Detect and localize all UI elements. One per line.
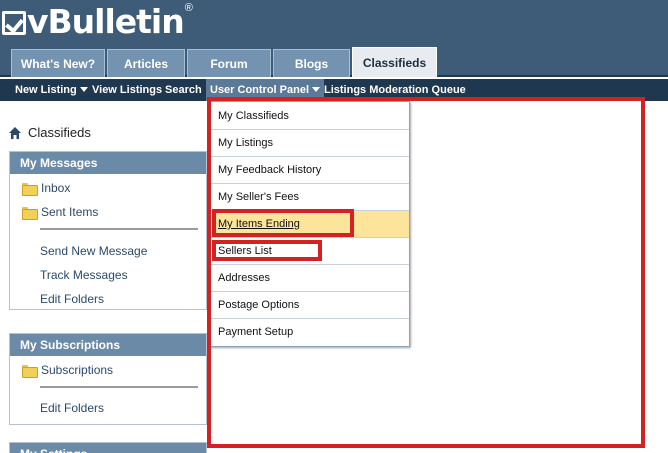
subscriptions-label: Subscriptions [41,363,114,377]
menu-item-postage-options[interactable]: Postage Options [210,292,409,319]
menu-item-sellers-list[interactable]: Sellers List [210,238,409,265]
inbox-link[interactable]: Inbox [22,181,71,196]
subnav-new-listing[interactable]: New Listing [15,79,88,101]
my-messages-title: My Messages [10,152,206,174]
user-control-panel-label: User Control Panel [210,84,310,96]
chevron-down-icon [312,87,321,92]
inbox-label: Inbox [41,181,71,195]
menu-item-feedback-history[interactable]: My Feedback History [210,157,409,184]
divider [40,228,198,230]
checkmark-icon [2,11,26,35]
menu-item-sellers-fees[interactable]: My Seller's Fees [210,184,409,211]
track-messages-link[interactable]: Track Messages [40,268,128,282]
folder-icon [22,182,38,196]
subnav-moderation-queue[interactable]: Listings Moderation Queue [324,79,466,101]
tab-blogs[interactable]: Blogs [273,49,350,77]
registered-mark: ® [184,2,193,14]
edit-folders-link[interactable]: Edit Folders [40,292,104,306]
my-subscriptions-title: My Subscriptions [10,334,206,356]
new-listing-label: New Listing [15,84,77,96]
divider [40,386,198,388]
tab-forum[interactable]: Forum [187,49,271,77]
sub-navigation: New Listing View Listings Search User Co… [0,79,668,101]
tab-whats-new[interactable]: What's New? [11,49,105,77]
site-header: vBulletin ® [0,0,668,49]
menu-item-my-classifieds[interactable]: My Classifieds [210,103,409,130]
sent-items-link[interactable]: Sent Items [22,205,99,220]
subscriptions-link[interactable]: Subscriptions [22,363,114,378]
my-settings-box: My Settings [9,442,207,453]
logo-text: vBulletin [27,2,185,41]
menu-item-payment-setup[interactable]: Payment Setup [210,319,409,346]
my-settings-title: My Settings [10,443,206,453]
tab-articles[interactable]: Articles [107,49,185,77]
menu-item-addresses[interactable]: Addresses [210,265,409,292]
main-tabs: What's New? Articles Forum Blogs Classif… [0,47,668,77]
folder-icon [22,364,38,378]
vbulletin-logo[interactable]: vBulletin ® [2,0,193,44]
folder-icon [22,206,38,220]
menu-item-items-ending[interactable]: My Items Ending [210,211,409,238]
home-icon[interactable] [9,126,21,139]
send-new-message-link[interactable]: Send New Message [40,244,147,258]
user-control-panel-menu: My Classifieds My Listings My Feedback H… [209,101,410,347]
subnav-search[interactable]: Search [165,79,202,101]
breadcrumb-classifieds[interactable]: Classifieds [28,125,91,140]
chevron-down-icon [79,87,88,92]
tab-classifieds[interactable]: Classifieds [352,47,437,77]
menu-item-my-listings[interactable]: My Listings [210,130,409,157]
my-subscriptions-box: My Subscriptions Subscriptions Edit Fold… [9,333,207,425]
edit-folders-link[interactable]: Edit Folders [40,401,104,415]
subnav-view-listings[interactable]: View Listings [92,79,162,101]
breadcrumb: Classifieds [9,125,91,140]
subnav-user-control-panel[interactable]: User Control Panel [206,79,325,101]
my-messages-box: My Messages Inbox Sent Items Send New Me… [9,151,207,310]
sent-items-label: Sent Items [41,205,99,219]
